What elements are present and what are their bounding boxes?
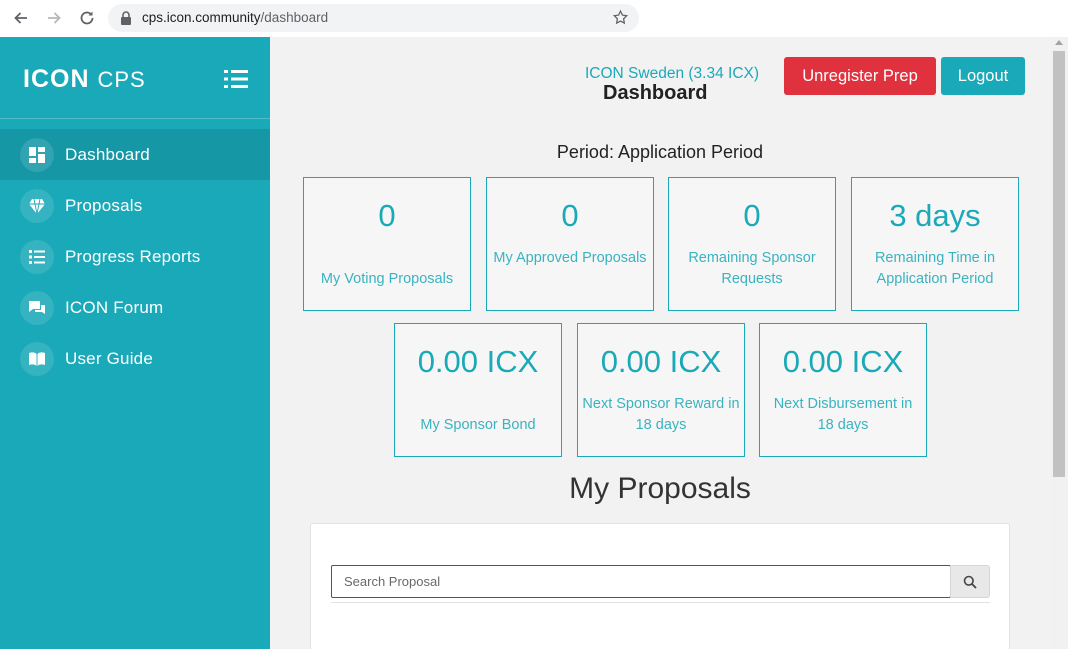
stat-card-sponsor-requests: 0 Remaining Sponsor Requests <box>668 177 836 311</box>
sidebar-item-user-guide[interactable]: User Guide <box>0 333 270 384</box>
user-account-label: ICON Sweden (3.34 ICX) <box>585 65 760 82</box>
reload-icon[interactable] <box>75 7 99 29</box>
search-proposal-input[interactable] <box>331 565 951 598</box>
stat-card-sponsor-bond: 0.00 ICX My Sponsor Bond <box>394 323 562 457</box>
stat-value: 0 <box>378 198 396 233</box>
stat-card-voting-proposals: 0 My Voting Proposals <box>303 177 471 311</box>
stat-value: 0 <box>743 198 761 233</box>
app-logo[interactable]: ICON CPS <box>23 65 146 94</box>
stat-label: Next Sponsor Reward in 18 days <box>582 396 740 433</box>
logo-product: CPS <box>97 67 146 92</box>
stat-label: Next Disbursement in 18 days <box>773 396 913 433</box>
chat-icon <box>20 290 54 325</box>
forward-arrow-icon[interactable] <box>42 7 66 29</box>
book-icon <box>20 341 54 376</box>
url-domain: cps.icon.community <box>142 10 261 25</box>
panel-divider <box>331 602 990 603</box>
stat-card-disbursement: 0.00 ICX Next Disbursement in 18 days <box>759 323 927 457</box>
stat-value: 0 <box>561 198 579 233</box>
list-icon <box>20 239 54 274</box>
sidebar-item-label: Progress Reports <box>65 246 201 266</box>
url-text: cps.icon.community/dashboard <box>142 10 328 25</box>
stat-value: 0.00 ICX <box>417 344 539 379</box>
sidebar-item-label: ICON Forum <box>65 297 164 317</box>
browser-toolbar: cps.icon.community/dashboard <box>0 0 1068 37</box>
address-bar[interactable]: cps.icon.community/dashboard <box>108 4 639 32</box>
stat-label: Remaining Sponsor Requests <box>688 250 816 287</box>
menu-toggle-icon[interactable] <box>224 69 248 89</box>
sidebar: ICON CPS Dashboard Proposals Progress Re… <box>0 37 270 649</box>
search-button[interactable] <box>950 565 990 598</box>
sidebar-item-dashboard[interactable]: Dashboard <box>0 129 270 180</box>
stat-value: 0.00 ICX <box>782 344 904 379</box>
logo-brand: ICON <box>23 65 90 93</box>
sidebar-nav: Dashboard Proposals Progress Reports ICO… <box>0 129 270 384</box>
scroll-up-arrow-icon[interactable] <box>1055 40 1063 45</box>
my-proposals-heading: My Proposals <box>569 472 751 505</box>
period-label: Period: Application Period <box>556 142 764 162</box>
sidebar-item-label: Dashboard <box>65 144 150 164</box>
proposals-panel <box>310 523 1010 649</box>
sidebar-item-proposals[interactable]: Proposals <box>0 180 270 231</box>
logout-button[interactable]: Logout <box>941 57 1025 95</box>
main-content: ICON Sweden (3.34 ICX) Dashboard Unregis… <box>270 37 1050 649</box>
stat-value: 0.00 ICX <box>600 344 722 379</box>
stat-card-approved-proposals: 0 My Approved Proposals <box>486 177 654 311</box>
sidebar-item-icon-forum[interactable]: ICON Forum <box>0 282 270 333</box>
stat-label: My Sponsor Bond <box>420 417 536 433</box>
dashboard-icon <box>20 137 54 172</box>
sidebar-divider <box>0 118 270 119</box>
sidebar-item-progress-reports[interactable]: Progress Reports <box>0 231 270 282</box>
scrollbar-thumb[interactable] <box>1053 51 1065 477</box>
lock-icon <box>121 11 131 25</box>
stat-card-sponsor-reward: 0.00 ICX Next Sponsor Reward in 18 days <box>577 323 745 457</box>
stat-card-remaining-time: 3 days Remaining Time in Application Per… <box>851 177 1019 311</box>
search-icon <box>963 575 977 589</box>
sidebar-item-label: User Guide <box>65 348 153 368</box>
url-path: /dashboard <box>260 10 329 25</box>
sidebar-item-label: Proposals <box>65 195 143 215</box>
stat-label: Remaining Time in Application Period <box>874 250 996 287</box>
stat-value: 3 days <box>889 198 981 233</box>
stat-label: My Approved Proposals <box>493 250 647 266</box>
page-scrollbar[interactable] <box>1050 37 1068 649</box>
unregister-prep-button[interactable]: Unregister Prep <box>784 57 936 95</box>
bookmark-star-icon[interactable] <box>612 9 629 26</box>
diamond-icon <box>20 188 54 223</box>
page-title: Dashboard <box>603 82 708 104</box>
stat-label: My Voting Proposals <box>320 271 454 287</box>
back-arrow-icon[interactable] <box>9 7 33 29</box>
